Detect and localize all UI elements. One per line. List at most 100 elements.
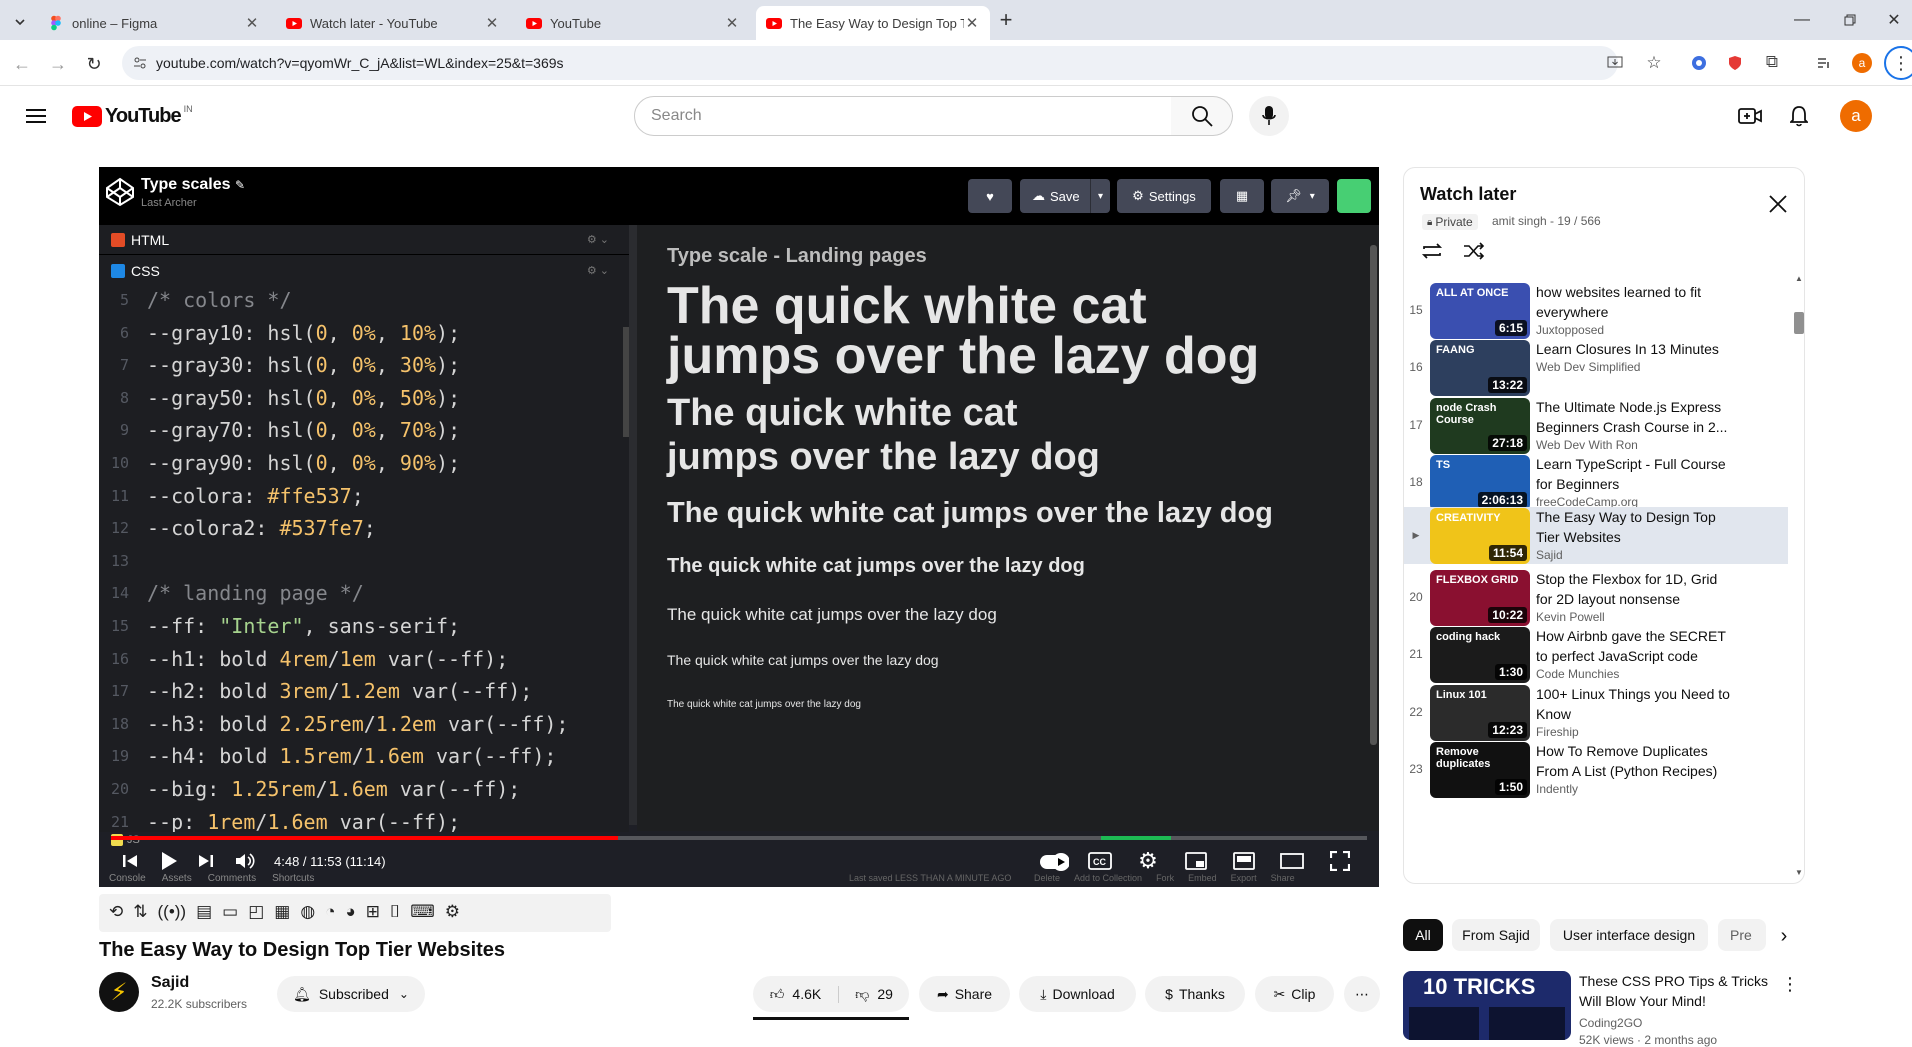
- frame-icon[interactable]: ▦: [274, 902, 290, 922]
- tab-youtube[interactable]: YouTube ✕: [516, 6, 750, 40]
- minimize-icon[interactable]: —: [1790, 8, 1814, 32]
- tab-search-chevron-icon[interactable]: [8, 10, 32, 34]
- add-to-collection-link[interactable]: Add to Collection: [1074, 873, 1142, 883]
- tab-watch-later[interactable]: Watch later - YouTube ✕: [276, 6, 510, 40]
- settings-gear-icon[interactable]: ⚙: [1135, 848, 1161, 874]
- scroll-down-icon[interactable]: ▼: [1795, 868, 1803, 877]
- close-tab-icon[interactable]: ✕: [724, 14, 740, 32]
- reload-icon[interactable]: ↻: [82, 52, 106, 76]
- share-button[interactable]: ➦ Share: [919, 976, 1010, 1012]
- restore-icon[interactable]: [1838, 8, 1862, 32]
- film-icon[interactable]: ▭: [222, 902, 238, 922]
- playlist-item[interactable]: 23 Remove duplicates 1:50 How To Remove Dup…: [1404, 741, 1788, 811]
- shortcuts-link[interactable]: Shortcuts: [272, 873, 314, 884]
- heart-button[interactable]: ♥: [968, 179, 1012, 213]
- settings-button[interactable]: ⚙ Settings: [1117, 179, 1211, 213]
- miniplayer-icon[interactable]: [1183, 850, 1209, 872]
- save-dropdown-icon[interactable]: ▾: [1090, 179, 1110, 213]
- recommendation-channel[interactable]: Coding2GO: [1579, 1016, 1642, 1030]
- menu-hamburger-icon[interactable]: [22, 104, 50, 128]
- install-app-icon[interactable]: [1606, 54, 1624, 72]
- console-link[interactable]: Console: [109, 873, 146, 884]
- close-window-icon[interactable]: ✕: [1882, 8, 1906, 32]
- layout-button[interactable]: ▦: [1220, 179, 1264, 213]
- scroll-thumb[interactable]: [1794, 312, 1804, 334]
- like-button[interactable]: 👍︎ 4.6K: [753, 985, 839, 1003]
- enhancer-settings-icon[interactable]: ⚙: [445, 902, 460, 922]
- video-player[interactable]: Type scales ✎ Last Archer ♥ ☁ Save ▾ ⚙ Sett…: [99, 167, 1379, 887]
- comments-link[interactable]: Comments: [208, 873, 256, 884]
- theater-mode-icon[interactable]: [1279, 850, 1305, 872]
- recommendation-thumbnail[interactable]: 10 TRICKS: [1403, 971, 1571, 1040]
- more-vertical-icon[interactable]: ⋮: [1780, 972, 1800, 996]
- forward-icon[interactable]: →: [46, 52, 70, 76]
- volume-icon[interactable]: [233, 850, 257, 872]
- thanks-button[interactable]: $ Thanks: [1145, 976, 1245, 1012]
- loop-playlist-icon[interactable]: [1420, 240, 1444, 262]
- create-video-icon[interactable]: [1737, 104, 1763, 128]
- pin-button[interactable]: 📌︎ ▾: [1271, 179, 1329, 213]
- crop-icon[interactable]: ◰: [248, 902, 264, 922]
- address-bar[interactable]: youtube.com/watch?v=qyomWr_C_jA&list=WL&…: [122, 46, 1662, 80]
- color-icon[interactable]: ◍: [300, 902, 315, 922]
- shuffle-icon[interactable]: [1462, 240, 1486, 262]
- download-button[interactable]: ⤓ Download: [1019, 976, 1136, 1012]
- profile-avatar[interactable]: a: [1852, 53, 1872, 73]
- chips-next-chevron-icon[interactable]: ›: [1770, 922, 1798, 950]
- search-input[interactable]: Search: [634, 96, 1172, 136]
- extension-shield-icon[interactable]: [1726, 54, 1744, 72]
- playlist-item-current[interactable]: ▶ CREATIVITY 11:54 The Easy Way to Design T…: [1404, 506, 1788, 564]
- subscribed-button[interactable]: 🔔︎ Subscribed ⌄: [277, 976, 425, 1012]
- extension-blue-icon[interactable]: [1690, 54, 1708, 72]
- extensions-puzzle-icon[interactable]: ⧉: [1762, 52, 1782, 72]
- audio-icon[interactable]: ((•)): [158, 902, 187, 922]
- youtube-logo[interactable]: YouTube IN: [72, 104, 193, 128]
- close-tab-icon[interactable]: ✕: [964, 14, 980, 32]
- playlist-scrollbar[interactable]: ▲ ▼: [1792, 274, 1804, 880]
- fork-link[interactable]: Fork: [1156, 873, 1174, 883]
- screenshot-camera-icon[interactable]: ⌷: [390, 902, 400, 922]
- export-link[interactable]: Export: [1231, 873, 1257, 883]
- css-panel-header[interactable]: CSS ⚙ ⌄: [99, 256, 629, 286]
- keyboard-icon[interactable]: ⌨: [410, 902, 435, 922]
- progress-bar[interactable]: [111, 836, 1367, 840]
- cinema-icon[interactable]: ▤: [196, 902, 212, 922]
- picture-in-picture-icon[interactable]: [1231, 850, 1257, 872]
- close-playlist-icon[interactable]: [1766, 192, 1790, 216]
- html-panel-header[interactable]: HTML ⚙ ⌄: [99, 225, 629, 255]
- voice-search-button[interactable]: [1249, 96, 1289, 136]
- subtitles-icon[interactable]: CC: [1087, 850, 1113, 872]
- playlist-title[interactable]: Watch later: [1420, 184, 1516, 205]
- previous-icon[interactable]: [119, 850, 141, 872]
- share-link[interactable]: Share: [1271, 873, 1295, 883]
- site-info-icon[interactable]: [132, 55, 148, 71]
- chip-partial[interactable]: Pre: [1718, 919, 1766, 951]
- back-icon[interactable]: ←: [10, 52, 34, 76]
- channel-avatar[interactable]: ⚡: [99, 972, 139, 1012]
- css-code[interactable]: 5/* colors */6 --gray10: hsl(0, 0%, 10%);…: [99, 284, 629, 832]
- fullscreen-icon[interactable]: [1327, 849, 1353, 873]
- notifications-bell-icon[interactable]: [1787, 103, 1811, 129]
- user-avatar[interactable]: a: [1840, 100, 1872, 132]
- new-tab-icon[interactable]: +: [994, 7, 1018, 32]
- panel-settings-icon[interactable]: ⚙ ⌄: [587, 233, 609, 246]
- media-controls-icon[interactable]: [1815, 54, 1833, 72]
- tab-current-video[interactable]: The Easy Way to Design Top Tier ✕: [756, 6, 990, 40]
- bookmark-star-icon[interactable]: ☆: [1644, 53, 1664, 73]
- panel-settings-icon[interactable]: ⚙ ⌄: [587, 264, 609, 277]
- next-icon[interactable]: [195, 850, 217, 872]
- tab-figma[interactable]: online – Figma ✕: [38, 6, 270, 40]
- more-actions-button[interactable]: ⋯: [1344, 976, 1380, 1012]
- speed-fast-icon[interactable]: ◕: [345, 902, 355, 922]
- close-tab-icon[interactable]: ✕: [484, 14, 500, 32]
- play-icon[interactable]: [157, 849, 181, 873]
- save-button[interactable]: ☁ Save ▾: [1020, 179, 1110, 213]
- recommendation-title[interactable]: These CSS PRO Tips & Tricks Will Blow Yo…: [1579, 971, 1779, 1011]
- channel-name[interactable]: Sajid: [151, 974, 189, 992]
- browser-menu-icon[interactable]: ⋮: [1884, 46, 1912, 80]
- js-panel-header[interactable]: JS: [99, 830, 629, 850]
- dislike-button[interactable]: 👎︎ 29: [839, 986, 909, 1003]
- add-frame-icon[interactable]: ⊞: [366, 902, 380, 922]
- search-button[interactable]: [1171, 96, 1233, 136]
- close-tab-icon[interactable]: ✕: [244, 14, 260, 32]
